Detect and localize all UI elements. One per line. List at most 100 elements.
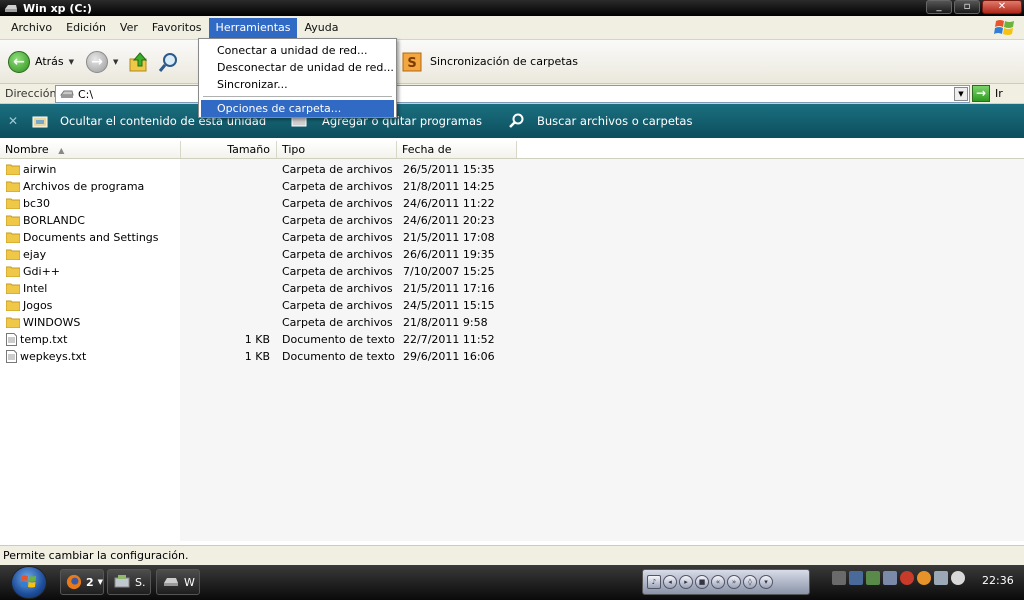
search-files-link[interactable]: Buscar archivos o carpetas: [508, 113, 692, 129]
column-size[interactable]: Tamaño: [181, 141, 277, 158]
go-arrow-icon: →: [972, 85, 990, 102]
up-folder-button[interactable]: [128, 46, 150, 78]
table-row[interactable]: bc30 Carpeta de archivos 24/6/2011 11:22: [0, 195, 600, 212]
file-size: [182, 297, 270, 314]
sync-label: Sincronización de carpetas: [430, 55, 579, 68]
menu-favoritos[interactable]: Favoritos: [145, 18, 209, 38]
network-icon: [114, 575, 130, 588]
file-date: 21/5/2011 17:08: [403, 231, 495, 244]
file-date: 21/5/2011 17:16: [403, 282, 495, 295]
file-size: 1 KB: [244, 350, 270, 363]
file-type: Carpeta de archivos: [282, 248, 393, 261]
go-button[interactable]: → Ir: [972, 85, 1003, 102]
taskbar: 2 ▼ S. W ♪ ◂ ▸ ■ « » ◊ ▾ 22:36: [0, 565, 1024, 600]
address-input[interactable]: C:\ ▼: [55, 85, 970, 103]
file-name: bc30: [23, 197, 51, 210]
file-date: 24/6/2011 20:23: [403, 214, 495, 227]
menu-bar: Archivo Edición Ver Favoritos Herramient…: [0, 16, 1024, 40]
network-status-icon[interactable]: [883, 571, 897, 585]
minimize-button[interactable]: _: [926, 0, 952, 14]
folder-icon: [6, 317, 20, 328]
menu-herramientas[interactable]: Herramientas: [208, 17, 298, 38]
file-type: Carpeta de archivos: [282, 180, 393, 193]
firefox-count: 2: [85, 575, 94, 589]
clock[interactable]: 22:36: [982, 574, 1014, 587]
maximize-button[interactable]: ▫: [954, 0, 980, 14]
table-row[interactable]: Jogos Carpeta de archivos 24/5/2011 15:1…: [0, 297, 600, 314]
taskbar-task-3[interactable]: W: [156, 569, 200, 595]
file-name: Archivos de programa: [23, 180, 145, 193]
menu-ayuda[interactable]: Ayuda: [297, 18, 345, 38]
file-date: 24/5/2011 15:15: [403, 299, 495, 312]
display-icon[interactable]: [849, 571, 863, 585]
drive-icon: [164, 578, 178, 586]
taskbar-firefox-group[interactable]: 2 ▼: [60, 569, 104, 595]
search-button[interactable]: [158, 46, 180, 78]
back-button[interactable]: ← Atrás ▼: [8, 46, 74, 78]
menu-item-map-drive[interactable]: Conectar a unidad de red...: [201, 42, 394, 59]
table-row[interactable]: WINDOWS Carpeta de archivos 21/8/2011 9:…: [0, 314, 600, 331]
table-row[interactable]: temp.txt 1 KB Documento de texto 22/7/20…: [0, 331, 600, 348]
file-type: Carpeta de archivos: [282, 214, 393, 227]
close-band-icon[interactable]: ✕: [8, 114, 32, 128]
tools-dropdown-menu: Conectar a unidad de red... Desconectar …: [198, 38, 397, 118]
close-button[interactable]: ✕: [982, 0, 1022, 14]
speaker-icon[interactable]: [832, 571, 846, 585]
media-rewind-icon[interactable]: «: [711, 575, 725, 589]
column-type[interactable]: Tipo: [277, 141, 397, 158]
task3-label: W: [184, 575, 195, 589]
file-name: Documents and Settings: [23, 231, 159, 244]
menu-item-disconnect-drive[interactable]: Desconectar de unidad de red...: [201, 59, 394, 76]
address-bar: Dirección C:\ ▼ → Ir: [0, 84, 1024, 104]
table-row[interactable]: Intel Carpeta de archivos 21/5/2011 17:1…: [0, 280, 600, 297]
folder-icon: [6, 249, 20, 260]
antivirus-icon[interactable]: [917, 571, 931, 585]
column-date[interactable]: Fecha de modificación: [397, 141, 517, 173]
table-row[interactable]: airwin Carpeta de archivos 26/5/2011 15:…: [0, 161, 600, 178]
start-button[interactable]: [11, 566, 47, 599]
firefox-icon: [66, 574, 82, 590]
address-label: Dirección: [5, 87, 57, 100]
media-forward-icon[interactable]: »: [727, 575, 741, 589]
file-size: [182, 178, 270, 195]
chevron-down-icon[interactable]: ▼: [69, 58, 74, 66]
media-play-icon[interactable]: ▸: [679, 575, 693, 589]
menu-separator: [203, 96, 392, 97]
user-icon[interactable]: [866, 571, 880, 585]
table-row[interactable]: wepkeys.txt 1 KB Documento de texto 29/6…: [0, 348, 600, 365]
menu-edicion[interactable]: Edición: [59, 18, 113, 38]
table-row[interactable]: ejay Carpeta de archivos 26/6/2011 19:35: [0, 246, 600, 263]
folder-icon: [6, 232, 20, 243]
address-dropdown-icon[interactable]: ▼: [954, 87, 968, 101]
file-name: WINDOWS: [23, 316, 81, 329]
table-row[interactable]: Documents and Settings Carpeta de archiv…: [0, 229, 600, 246]
media-prev-icon[interactable]: ◂: [663, 575, 677, 589]
system-tray: [832, 571, 965, 585]
file-size: [182, 314, 270, 331]
media-stop-icon[interactable]: ■: [695, 575, 709, 589]
sync-folders-button[interactable]: S Sincronización de carpetas: [400, 46, 578, 78]
file-size: [182, 280, 270, 297]
security-alert-icon[interactable]: [900, 571, 914, 585]
column-name[interactable]: Nombre ▲: [0, 141, 181, 158]
app-tray-icon[interactable]: [951, 571, 965, 585]
chevron-down-icon[interactable]: ▼: [113, 58, 118, 66]
menu-item-synchronize[interactable]: Sincronizar...: [201, 76, 394, 93]
menu-archivo[interactable]: Archivo: [4, 18, 59, 38]
taskbar-task-2[interactable]: S.: [107, 569, 151, 595]
file-size: 1 KB: [244, 333, 270, 346]
forward-button[interactable]: → ▼: [86, 46, 118, 78]
menu-item-folder-options[interactable]: Opciones de carpeta...: [201, 100, 394, 117]
table-row[interactable]: Archivos de programa Carpeta de archivos…: [0, 178, 600, 195]
media-volume-icon[interactable]: ◊: [743, 575, 757, 589]
media-logo-icon: ♪: [647, 575, 661, 589]
file-name: Jogos: [23, 299, 53, 312]
media-menu-icon[interactable]: ▾: [759, 575, 773, 589]
key-icon[interactable]: [934, 571, 948, 585]
table-row[interactable]: BORLANDC Carpeta de archivos 24/6/2011 2…: [0, 212, 600, 229]
menu-ver[interactable]: Ver: [113, 18, 145, 38]
sort-up-icon: ▲: [58, 146, 65, 155]
file-date: 24/6/2011 11:22: [403, 197, 495, 210]
table-row[interactable]: Gdi++ Carpeta de archivos 7/10/2007 15:2…: [0, 263, 600, 280]
file-name: airwin: [23, 163, 57, 176]
